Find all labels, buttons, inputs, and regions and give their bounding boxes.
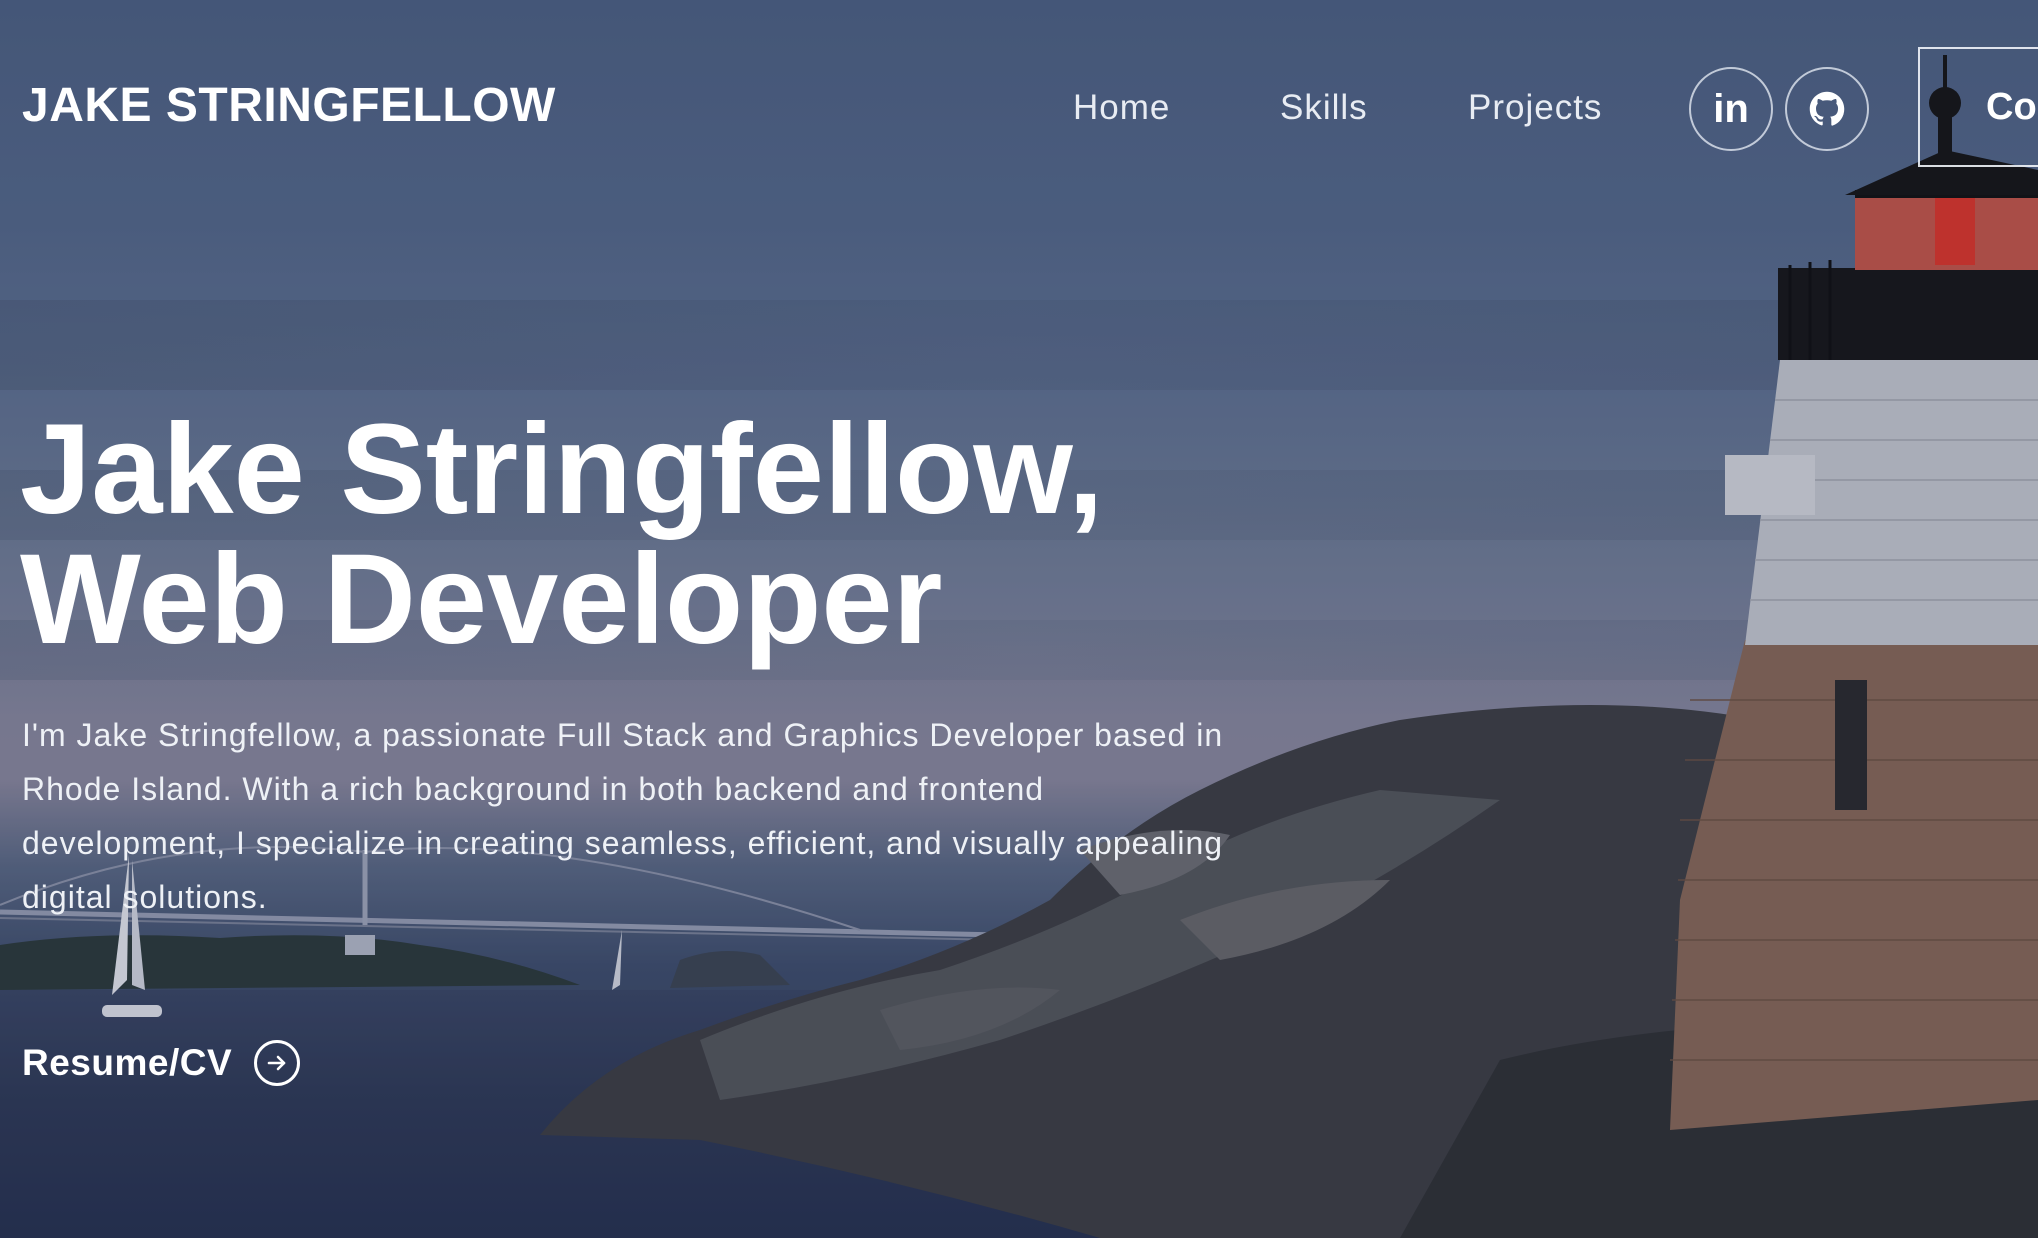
hero-title-line-2: Web Developer	[20, 528, 943, 671]
nav-home[interactable]: Home	[1073, 88, 1170, 128]
github-button[interactable]	[1785, 67, 1869, 151]
linkedin-icon: in	[1713, 86, 1749, 131]
nav-skills[interactable]: Skills	[1280, 88, 1368, 128]
hero-title: Jake Stringfellow, Web Developer	[20, 405, 1104, 665]
contact-button[interactable]: Contact	[1918, 47, 2038, 167]
github-icon	[1809, 91, 1845, 126]
arrow-right-circle-icon	[254, 1040, 301, 1086]
hero-section: JAKE STRINGFELLOW Home Skills Projects i…	[0, 0, 2038, 1238]
resume-cv-label: Resume/CV	[22, 1042, 233, 1083]
hero-description: I'm Jake Stringfellow, a passionate Full…	[22, 717, 1224, 915]
hero-title-line-1: Jake Stringfellow,	[20, 398, 1104, 541]
linkedin-button[interactable]: in	[1689, 67, 1773, 151]
site-header: JAKE STRINGFELLOW Home Skills Projects i…	[0, 0, 2038, 220]
nav-projects[interactable]: Projects	[1468, 88, 1602, 128]
resume-cv-link[interactable]: Resume/CV	[22, 1040, 301, 1086]
site-brand[interactable]: JAKE STRINGFELLOW	[22, 78, 556, 133]
